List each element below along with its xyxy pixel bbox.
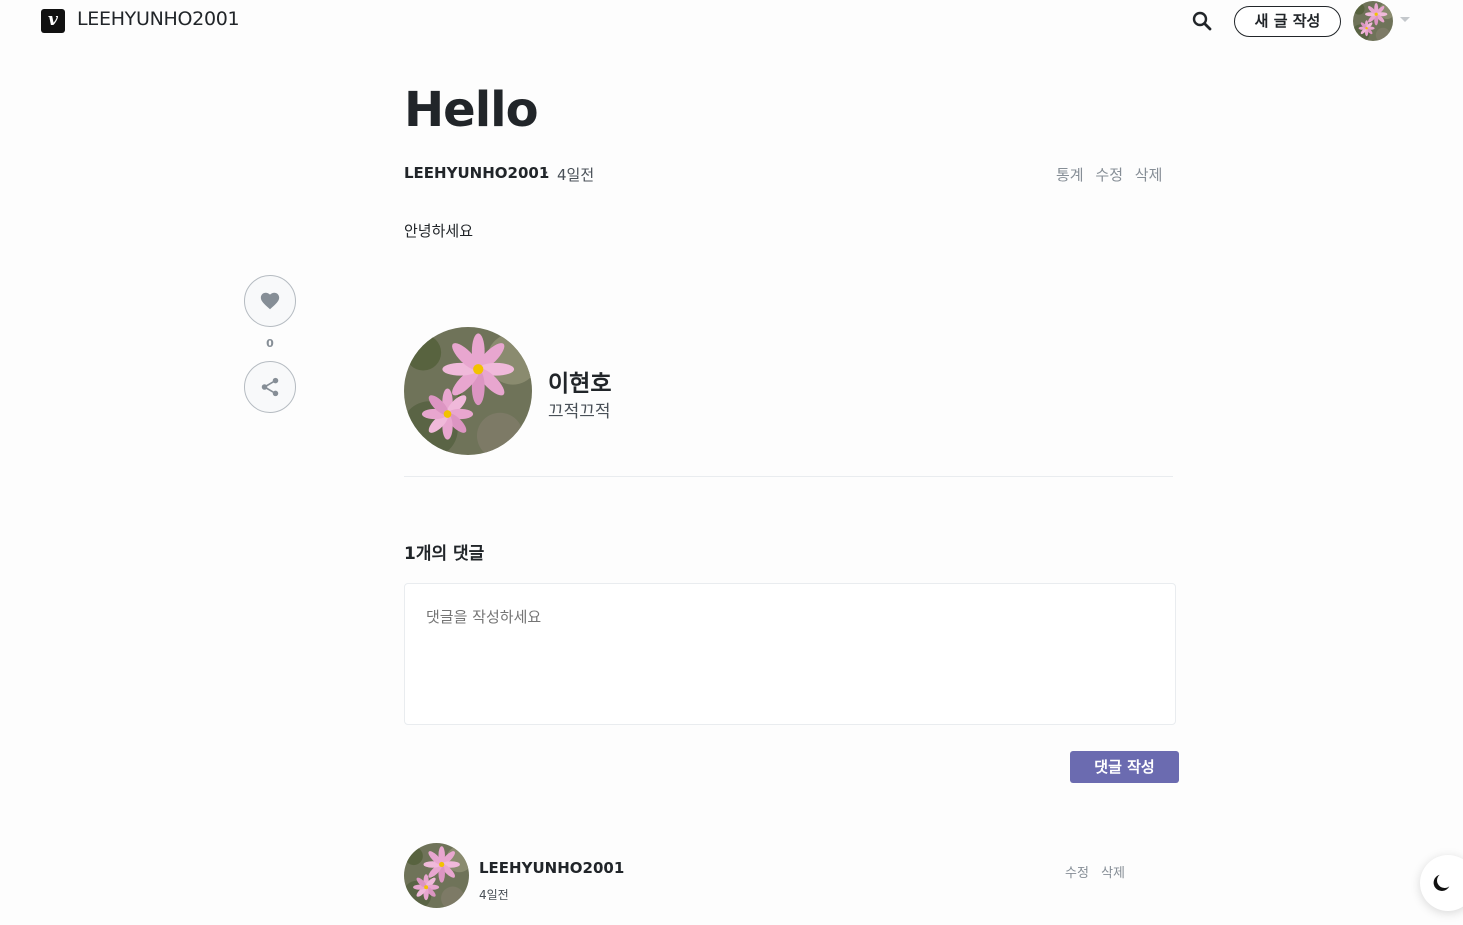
- post-actions: 통계 수정 삭제: [1056, 164, 1169, 185]
- divider: [404, 476, 1173, 477]
- dark-mode-toggle[interactable]: [1420, 855, 1463, 911]
- moon-icon: [1433, 874, 1450, 891]
- comment-count: 1개의 댓글: [404, 544, 485, 564]
- delete-button[interactable]: 삭제: [1135, 166, 1163, 184]
- comment-edit-button[interactable]: 수정: [1065, 866, 1089, 881]
- post-date: 4일전: [557, 166, 595, 184]
- comment-delete-button[interactable]: 삭제: [1101, 866, 1125, 881]
- blog-name-link[interactable]: LEEHYUNHO2001: [77, 8, 240, 30]
- comment-avatar[interactable]: [404, 843, 469, 908]
- heart-icon: [260, 292, 280, 310]
- share-button[interactable]: [244, 361, 296, 413]
- post-author-link[interactable]: LEEHYUNHO2001: [404, 164, 549, 182]
- share-icon: [261, 377, 279, 397]
- caret-down-icon[interactable]: [1400, 17, 1410, 22]
- comment-date: 4일전: [479, 888, 509, 902]
- profile-description: 끄적끄적: [548, 402, 611, 422]
- user-avatar-menu[interactable]: [1353, 1, 1393, 41]
- new-post-button[interactable]: 새 글 작성: [1234, 6, 1341, 37]
- like-button[interactable]: [244, 275, 296, 327]
- post-body: 안녕하세요: [404, 222, 474, 240]
- edit-button[interactable]: 수정: [1095, 166, 1123, 184]
- velog-logo-icon[interactable]: v: [41, 9, 65, 33]
- meta-separator: ·: [544, 164, 549, 182]
- profile-avatar[interactable]: [404, 327, 532, 455]
- comment-author[interactable]: LEEHYUNHO2001: [479, 859, 624, 877]
- profile-name[interactable]: 이현호: [548, 364, 611, 398]
- search-icon[interactable]: [1189, 8, 1215, 34]
- post-title: Hello: [404, 82, 539, 138]
- like-count: 0: [266, 337, 274, 350]
- comment-submit-button[interactable]: 댓글 작성: [1070, 751, 1179, 783]
- stats-button[interactable]: 통계: [1056, 166, 1084, 184]
- page: v LEEHYUNHO2001 새 글 작성 Hello LEEHYUNHO20…: [0, 0, 1463, 925]
- comment-actions: 수정 삭제: [1065, 862, 1133, 881]
- comment-input[interactable]: [404, 583, 1176, 725]
